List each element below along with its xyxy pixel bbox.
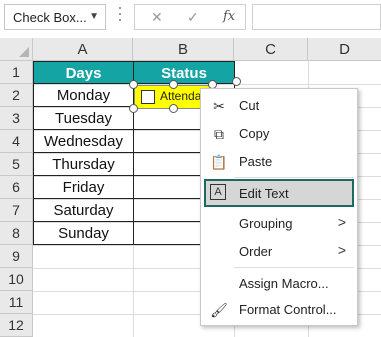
menu-item-label: Edit Text <box>239 186 289 201</box>
row-header-1[interactable]: 1 <box>0 61 33 84</box>
checkbox-label: Attenda <box>160 89 202 103</box>
rotate-handle[interactable] <box>232 77 241 86</box>
menu-item-assign-macro[interactable]: Assign Macro... <box>204 271 354 297</box>
menu-item-label: Paste <box>239 154 273 169</box>
column-header-d[interactable]: D <box>308 38 381 61</box>
menu-item-edit-text[interactable]: A Edit Text <box>204 179 354 207</box>
formula-bar: Check Box... ▼ ✕ ✓ fx <box>0 0 381 38</box>
column-header-c[interactable]: C <box>234 38 308 61</box>
menu-item-format-control[interactable]: 🖌 Format Control... <box>204 297 354 323</box>
menu-item-label: Assign Macro... <box>239 276 329 291</box>
chevron-right-icon: > <box>337 214 346 230</box>
name-box[interactable]: Check Box... ▼ <box>4 4 106 30</box>
formula-buttons: ✕ ✓ fx <box>134 4 246 30</box>
row-header-2[interactable]: 2 <box>0 84 33 107</box>
day-cell[interactable]: Monday <box>33 84 134 107</box>
row-header-9[interactable]: 9 <box>0 245 33 268</box>
resize-handle[interactable] <box>129 104 138 113</box>
menu-item-label: Cut <box>239 98 260 113</box>
day-cell[interactable]: Wednesday <box>33 130 134 153</box>
resize-handle[interactable] <box>169 104 178 113</box>
select-all-button[interactable] <box>0 38 33 61</box>
column-header-b[interactable]: B <box>133 38 234 61</box>
format-control-icon: 🖌 <box>210 302 228 318</box>
resize-handle[interactable] <box>169 80 178 89</box>
context-menu: ✂ Cut ⧉ Copy 📋 Paste A Edit Text Groupin… <box>200 88 358 326</box>
day-cell[interactable]: Saturday <box>33 199 134 222</box>
menu-item-label: Order <box>239 244 273 259</box>
resize-handle[interactable] <box>129 80 138 89</box>
row-header-6[interactable]: 6 <box>0 176 33 199</box>
day-cell[interactable]: Thursday <box>33 153 134 176</box>
paste-icon: 📋 <box>210 154 228 170</box>
menu-item-label: Format Control... <box>239 302 337 317</box>
menu-item-copy[interactable]: ⧉ Copy <box>204 121 354 147</box>
header-cell-status[interactable]: Status <box>133 61 235 84</box>
name-box-dropdown-icon[interactable]: ▼ <box>89 11 99 22</box>
check-icon[interactable]: ✓ <box>187 9 199 26</box>
row-header-8[interactable]: 8 <box>0 222 33 245</box>
edit-text-icon: A <box>210 184 226 200</box>
chevron-right-icon: > <box>337 242 346 258</box>
scissors-icon: ✂ <box>213 98 225 114</box>
copy-icon: ⧉ <box>214 126 224 142</box>
checkbox-square[interactable] <box>141 90 155 104</box>
day-cell[interactable]: Friday <box>33 176 134 199</box>
name-box-value: Check Box... <box>13 10 87 25</box>
row-header-10[interactable]: 10 <box>0 268 33 291</box>
row-header-4[interactable]: 4 <box>0 130 33 153</box>
day-cell[interactable]: Sunday <box>33 222 134 245</box>
row-header-11[interactable]: 11 <box>0 291 33 314</box>
day-cell[interactable]: Tuesday <box>33 107 134 130</box>
insert-function-icon[interactable]: fx <box>223 9 235 24</box>
menu-item-order[interactable]: Order > <box>204 239 354 265</box>
menu-item-cut[interactable]: ✂ Cut <box>204 93 354 119</box>
menu-item-label: Grouping <box>239 216 293 231</box>
row-header-3[interactable]: 3 <box>0 107 33 130</box>
formula-input[interactable] <box>252 4 381 30</box>
menu-item-paste[interactable]: 📋 Paste <box>204 149 354 175</box>
column-header-a[interactable]: A <box>33 38 133 61</box>
row-header-12[interactable]: 12 <box>0 314 33 337</box>
menu-separator <box>234 177 354 178</box>
row-header-5[interactable]: 5 <box>0 153 33 176</box>
header-cell-days[interactable]: Days <box>33 61 134 84</box>
formula-bar-grip-icon[interactable] <box>118 7 122 27</box>
menu-item-grouping[interactable]: Grouping > <box>204 211 354 237</box>
menu-item-label: Copy <box>239 126 270 141</box>
cancel-icon[interactable]: ✕ <box>151 9 163 26</box>
menu-separator <box>234 267 354 268</box>
row-header-7[interactable]: 7 <box>0 199 33 222</box>
